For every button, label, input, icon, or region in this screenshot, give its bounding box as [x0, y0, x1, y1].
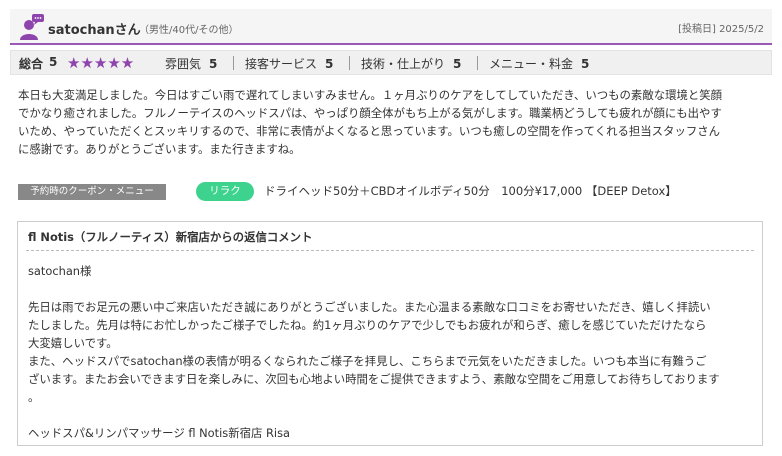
divider [477, 56, 478, 70]
reply-body: satochan様 先日は雨でお足元の悪い中ご来店いただき誠にありがとうございま… [28, 264, 720, 440]
user-comment-icon [18, 13, 46, 41]
coupon-category-tag: リラク [196, 182, 254, 201]
rating-atmosphere: 雰囲気 5 [165, 57, 218, 71]
coupon-label: 予約時のクーポン・メニュー [18, 184, 166, 200]
rating-stars: ★★★★★ [67, 54, 135, 72]
review-header: satochanさん （男性/40代/その他） [投稿日] 2025/5/2 [10, 9, 772, 45]
rating-menu-price: メニュー・料金 5 [489, 57, 590, 71]
ratings-row: 総合 5 ★★★★★ 雰囲気 5 接客サービス 5 技術・仕上がり 5 メニュー・料金… [10, 50, 772, 75]
rating-service: 接客サービス 5 [245, 57, 334, 71]
divider [233, 56, 234, 70]
reply-divider [26, 250, 754, 251]
salon-reply: fl Notis（フルノーティス）新宿店からの返信コメント satochan様 … [17, 221, 763, 446]
coupon-menu-text: ドライヘッド50分＋CBDオイルボディ50分 100分¥17,000 【DEEP… [264, 184, 677, 198]
review-text: 本日も大変満足しました。今日はすごい雨で遅れてしまいすみません。１ヶ月ぶりのケア… [18, 88, 723, 156]
overall-value: 5 [49, 55, 58, 69]
post-date: [投稿日] 2025/5/2 [678, 24, 764, 35]
reply-title: fl Notis（フルノーティス）新宿店からの返信コメント [28, 230, 313, 244]
user-meta: （男性/40代/その他） [139, 25, 239, 36]
divider [349, 56, 350, 70]
overall-label: 総合 [19, 57, 44, 71]
rating-technique: 技術・仕上がり 5 [361, 57, 462, 71]
user-name: satochanさん [48, 23, 141, 38]
review-card: satochanさん （男性/40代/その他） [投稿日] 2025/5/2 総… [0, 0, 782, 456]
